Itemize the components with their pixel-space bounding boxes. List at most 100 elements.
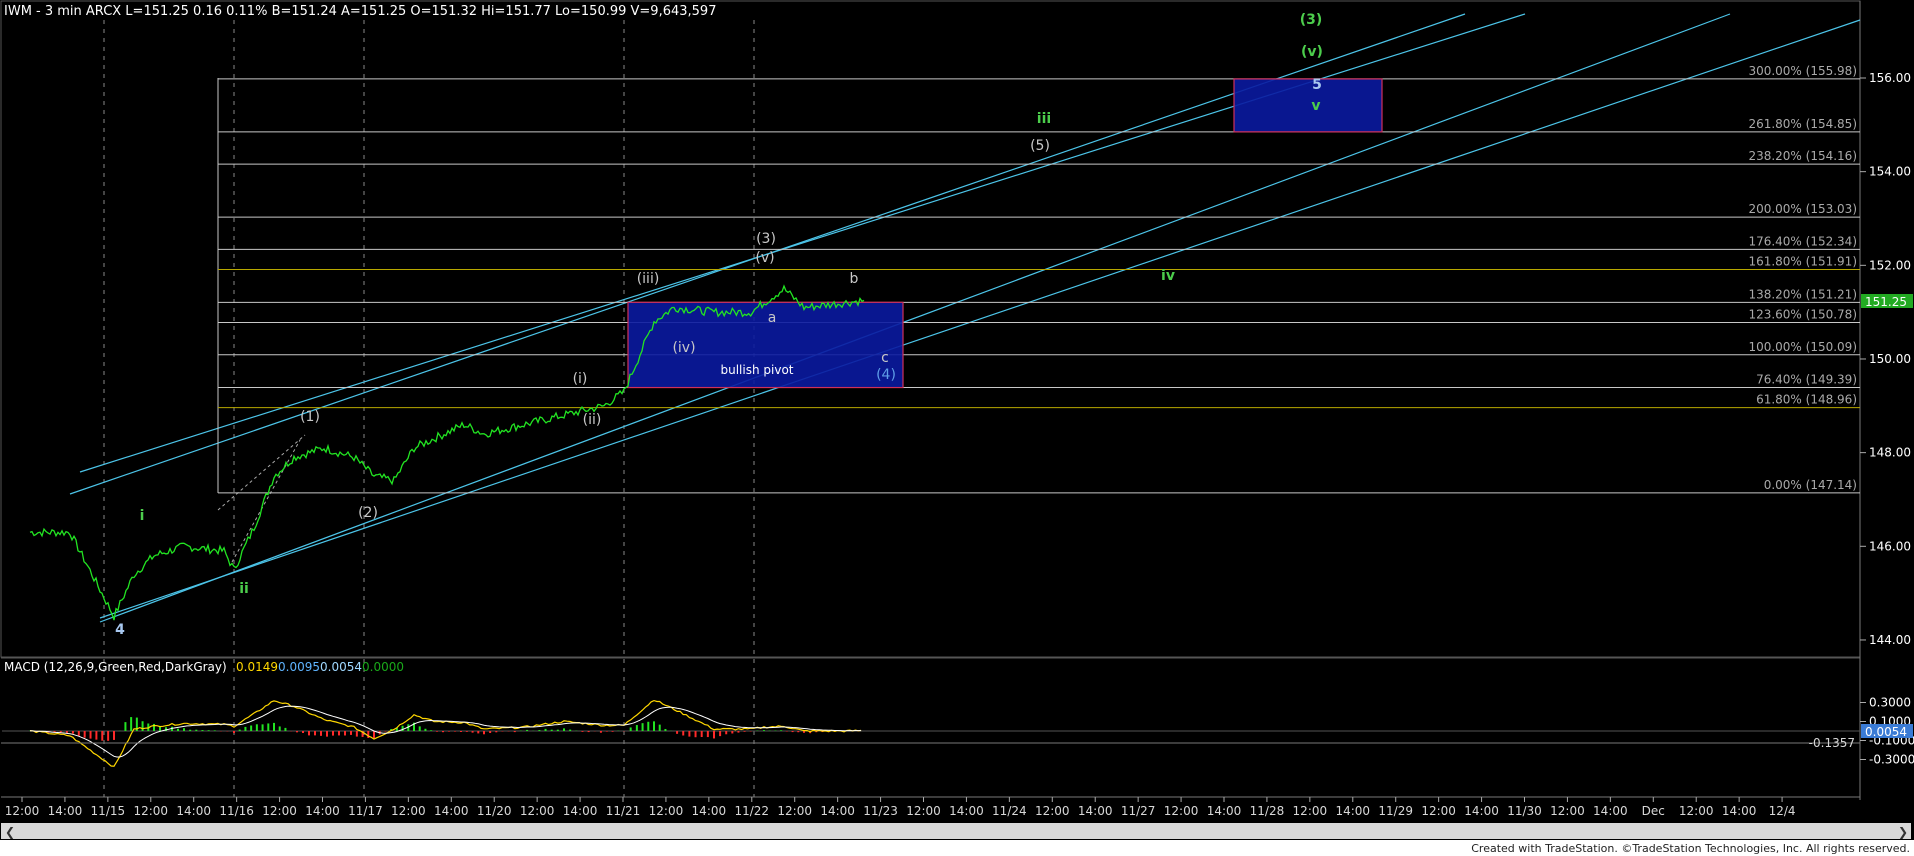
channel-lines xyxy=(69,13,1861,623)
macd-series xyxy=(2,699,1860,767)
zone-boxes: bullish pivot xyxy=(627,78,1383,389)
wave-1-trend xyxy=(217,434,306,511)
price-tick-label-2: 152.00 xyxy=(1869,258,1911,272)
wave-label-11: a xyxy=(768,310,777,326)
wave-label-7: (iii) xyxy=(637,271,660,287)
wave-label-14: (4) xyxy=(876,367,896,383)
chart-frame xyxy=(0,0,1861,658)
fib-label-10: 61.80% (148.96) xyxy=(1756,393,1857,407)
time-tick-label-8: 11/17 xyxy=(348,804,383,818)
fib-label-9: 76.40% (149.39) xyxy=(1756,373,1857,387)
wave-label-8: (iv) xyxy=(672,340,695,356)
time-tick-label-23: 11/24 xyxy=(992,804,1027,818)
macd-value-2: 0.0095 xyxy=(278,660,320,674)
wave-label-2: ii xyxy=(239,581,249,597)
wave-label-3: (1) xyxy=(300,409,320,425)
bullish-pivot-label: bullish pivot xyxy=(721,363,794,377)
time-tick-label-31: 14:00 xyxy=(1335,804,1370,818)
wave-label-5: (i) xyxy=(573,371,588,387)
time-tick-label-29: 11/28 xyxy=(1250,804,1285,818)
macd-tick-label-0: 0.3000 xyxy=(1869,696,1911,710)
time-tick-label-14: 11/21 xyxy=(606,804,641,818)
macd-value-1: 0.0149 xyxy=(236,660,278,674)
signal-line xyxy=(30,705,862,758)
wave-label-6: (ii) xyxy=(583,412,602,428)
wave-label-0: 4 xyxy=(115,622,125,638)
macd-tick-label-3: -0.3000 xyxy=(1869,753,1914,767)
time-tick-label-9: 12:00 xyxy=(391,804,426,818)
time-tick-label-16: 14:00 xyxy=(692,804,727,818)
fib-label-8: 100.00% (150.09) xyxy=(1748,340,1857,354)
price-tick-label-0: 156.00 xyxy=(1869,71,1911,85)
price-tick-label-3: 150.00 xyxy=(1869,352,1911,366)
time-tick-label-35: 11/30 xyxy=(1507,804,1542,818)
time-tick-label-11: 11/20 xyxy=(477,804,512,818)
wave-label-9: (v) xyxy=(755,250,774,266)
time-tick-label-19: 14:00 xyxy=(820,804,855,818)
fib-label-7: 123.60% (150.78) xyxy=(1748,307,1857,321)
time-tick-label-17: 11/22 xyxy=(734,804,769,818)
fib-label-11: 0.00% (147.14) xyxy=(1764,478,1857,492)
wave-label-13: c xyxy=(881,350,889,366)
footer-credit: Created with TradeStation. ©TradeStation… xyxy=(1471,842,1910,855)
time-tick-label-39: 12:00 xyxy=(1679,804,1714,818)
horizontal-scrollbar[interactable] xyxy=(1,823,1911,839)
time-tick-label-32: 11/29 xyxy=(1378,804,1413,818)
time-tick-label-7: 14:00 xyxy=(305,804,340,818)
time-tick-label-24: 12:00 xyxy=(1035,804,1070,818)
time-tick-label-5: 11/16 xyxy=(219,804,254,818)
scroll-left-icon[interactable]: ❮ xyxy=(5,825,15,839)
wave-label-18: (3) xyxy=(1300,12,1323,28)
time-tick-label-36: 12:00 xyxy=(1550,804,1585,818)
target-box xyxy=(1233,78,1383,133)
chart-window: 300.00% (155.98) 261.80% (154.85) 238.20% … xyxy=(0,0,1914,856)
fib-label-2: 238.20% (154.16) xyxy=(1748,149,1857,163)
time-tick-label-38: Dec xyxy=(1642,804,1665,818)
price-ticks: 156.00 154.00 152.00 150.00 148.00 146.00 144.… xyxy=(1860,71,1911,647)
wave-label-20: 5 xyxy=(1312,77,1322,93)
fib-label-6: 138.20% (151.21) xyxy=(1748,287,1857,301)
time-tick-label-26: 11/27 xyxy=(1121,804,1156,818)
time-ticks: 12:00 14:00 11/15 12:00 14:00 11/16 12:00 14:00… xyxy=(5,797,1796,818)
wave-label-21: v xyxy=(1311,98,1320,114)
time-tick-label-21: 12:00 xyxy=(906,804,941,818)
time-tick-label-13: 14:00 xyxy=(563,804,598,818)
time-tick-label-40: 14:00 xyxy=(1722,804,1757,818)
macd-flag-label: 0.0054 xyxy=(1865,725,1907,739)
time-tick-label-3: 12:00 xyxy=(133,804,168,818)
day-separators xyxy=(103,20,755,797)
price-tick-label-5: 146.00 xyxy=(1869,539,1911,553)
price-tick-label-1: 154.00 xyxy=(1869,165,1911,179)
time-tick-label-27: 12:00 xyxy=(1164,804,1199,818)
time-tick-label-37: 14:00 xyxy=(1593,804,1628,818)
time-tick-label-41: 12/4 xyxy=(1769,804,1796,818)
time-tick-label-20: 11/23 xyxy=(863,804,898,818)
time-tick-label-12: 12:00 xyxy=(520,804,555,818)
time-tick-label-2: 11/15 xyxy=(91,804,126,818)
fib-label-5: 161.80% (151.91) xyxy=(1748,255,1857,269)
fib-label-1: 261.80% (154.85) xyxy=(1748,117,1857,131)
price-chart-svg: 300.00% (155.98) 261.80% (154.85) 238.20% … xyxy=(0,0,1914,856)
time-tick-label-34: 14:00 xyxy=(1464,804,1499,818)
fib-label-0: 300.00% (155.98) xyxy=(1748,64,1857,78)
scroll-right-icon[interactable]: ❯ xyxy=(1898,825,1908,839)
fib-label-4: 176.40% (152.34) xyxy=(1748,234,1857,248)
macd-min-label: -0.1357 xyxy=(1809,736,1855,750)
wave-label-17: iv xyxy=(1161,268,1175,284)
wave-label-1: i xyxy=(140,508,145,524)
wave-2-trend xyxy=(231,439,301,563)
wave-label-12: b xyxy=(850,271,859,287)
time-tick-label-30: 12:00 xyxy=(1293,804,1328,818)
channel-line-2 xyxy=(99,13,1731,623)
time-tick-label-33: 12:00 xyxy=(1421,804,1456,818)
price-tick-label-4: 148.00 xyxy=(1869,446,1911,460)
wave-label-19: (v) xyxy=(1301,44,1323,60)
wave-label-10: (3) xyxy=(756,231,776,247)
time-tick-label-18: 12:00 xyxy=(777,804,812,818)
time-tick-label-6: 12:00 xyxy=(262,804,297,818)
macd-value-4: 0.0000 xyxy=(362,660,404,674)
time-tick-label-0: 12:00 xyxy=(5,804,40,818)
time-tick-label-4: 14:00 xyxy=(176,804,211,818)
macd-label: MACD (12,26,9,Green,Red,DarkGray) xyxy=(4,660,227,674)
macd-value-3: 0.0054 xyxy=(320,660,362,674)
